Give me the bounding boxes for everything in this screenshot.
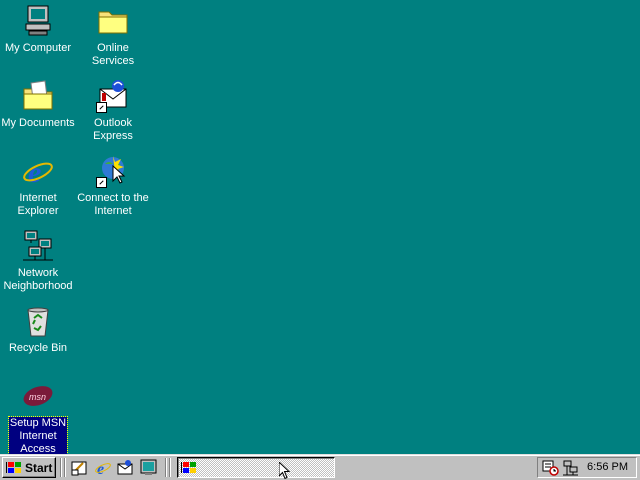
desktop-icon-label: Setup MSN Internet Access	[7, 416, 69, 457]
desktop-icon-label: Recycle Bin	[8, 342, 68, 354]
taskbar-separator	[165, 458, 167, 477]
desktop-icon-my-documents[interactable]: My Documents	[0, 79, 76, 130]
desktop: My Computer Online Services My Documents	[0, 0, 640, 457]
windows-logo-icon	[6, 461, 21, 473]
desktop-icon-internet-explorer[interactable]: e Internet Explorer	[0, 154, 76, 218]
desktop-icon-label: Outlook Express	[93, 117, 133, 142]
taskbar-window-button[interactable]	[177, 457, 335, 478]
start-label: Start	[25, 460, 53, 475]
windows-logo-icon	[181, 462, 196, 473]
mouse-cursor-icon	[279, 462, 291, 480]
shortcut-arrow-icon	[96, 102, 107, 113]
network-icon	[23, 230, 53, 261]
start-button[interactable]: Start	[2, 457, 56, 478]
desktop-icon-label: My Computer	[4, 42, 72, 54]
desktop-icon-label: Online Services	[91, 42, 135, 67]
desktop-icon-outlook-express[interactable]: Outlook Express	[75, 79, 151, 143]
desktop-icon-connect-to-internet[interactable]: Connect to the Internet	[75, 154, 151, 218]
desktop-icon-online-services[interactable]: Online Services	[75, 4, 151, 68]
outlook-express-icon	[96, 79, 130, 113]
taskbar: Start e 6:56 PM	[0, 454, 640, 480]
desktop-icon-network-neighborhood[interactable]: Network Neighborhood	[0, 229, 76, 293]
desktop-icon-label: Internet Explorer	[17, 192, 59, 217]
scheduler-icon[interactable]	[542, 460, 559, 476]
outlook-express-icon[interactable]	[117, 459, 134, 476]
clock[interactable]: 6:56 PM	[587, 461, 628, 473]
desktop-icon-recycle-bin[interactable]: Recycle Bin	[0, 304, 76, 355]
shortcut-arrow-icon	[96, 177, 107, 188]
computer-icon	[25, 5, 51, 36]
desktop-icon-label: Connect to the Internet	[77, 192, 149, 217]
show-desktop-icon[interactable]	[71, 459, 88, 476]
internet-explorer-icon[interactable]: e	[94, 459, 111, 476]
folder-icon	[98, 11, 128, 34]
msn-icon: msn	[23, 386, 53, 406]
taskbar-separator	[60, 458, 62, 477]
network-tray-icon[interactable]	[562, 460, 579, 476]
desktop-icon-label: Network Neighborhood	[3, 267, 73, 292]
desktop-icon-label: My Documents	[1, 117, 75, 129]
recycle-bin-icon	[27, 307, 49, 337]
taskbar-separator	[64, 458, 66, 477]
svg-text:e: e	[28, 156, 41, 188]
system-tray: 6:56 PM	[537, 457, 637, 478]
taskbar-separator	[169, 458, 171, 477]
desktop-icon-setup-msn[interactable]: msn Setup MSN Internet Access	[0, 379, 76, 457]
internet-explorer-icon: e	[23, 156, 53, 188]
documents-folder-icon	[23, 80, 53, 110]
svg-text:msn: msn	[29, 392, 46, 402]
svg-text:e: e	[97, 461, 104, 476]
channels-icon[interactable]	[140, 459, 157, 476]
desktop-icon-my-computer[interactable]: My Computer	[0, 4, 76, 55]
connect-wizard-icon	[96, 154, 130, 188]
